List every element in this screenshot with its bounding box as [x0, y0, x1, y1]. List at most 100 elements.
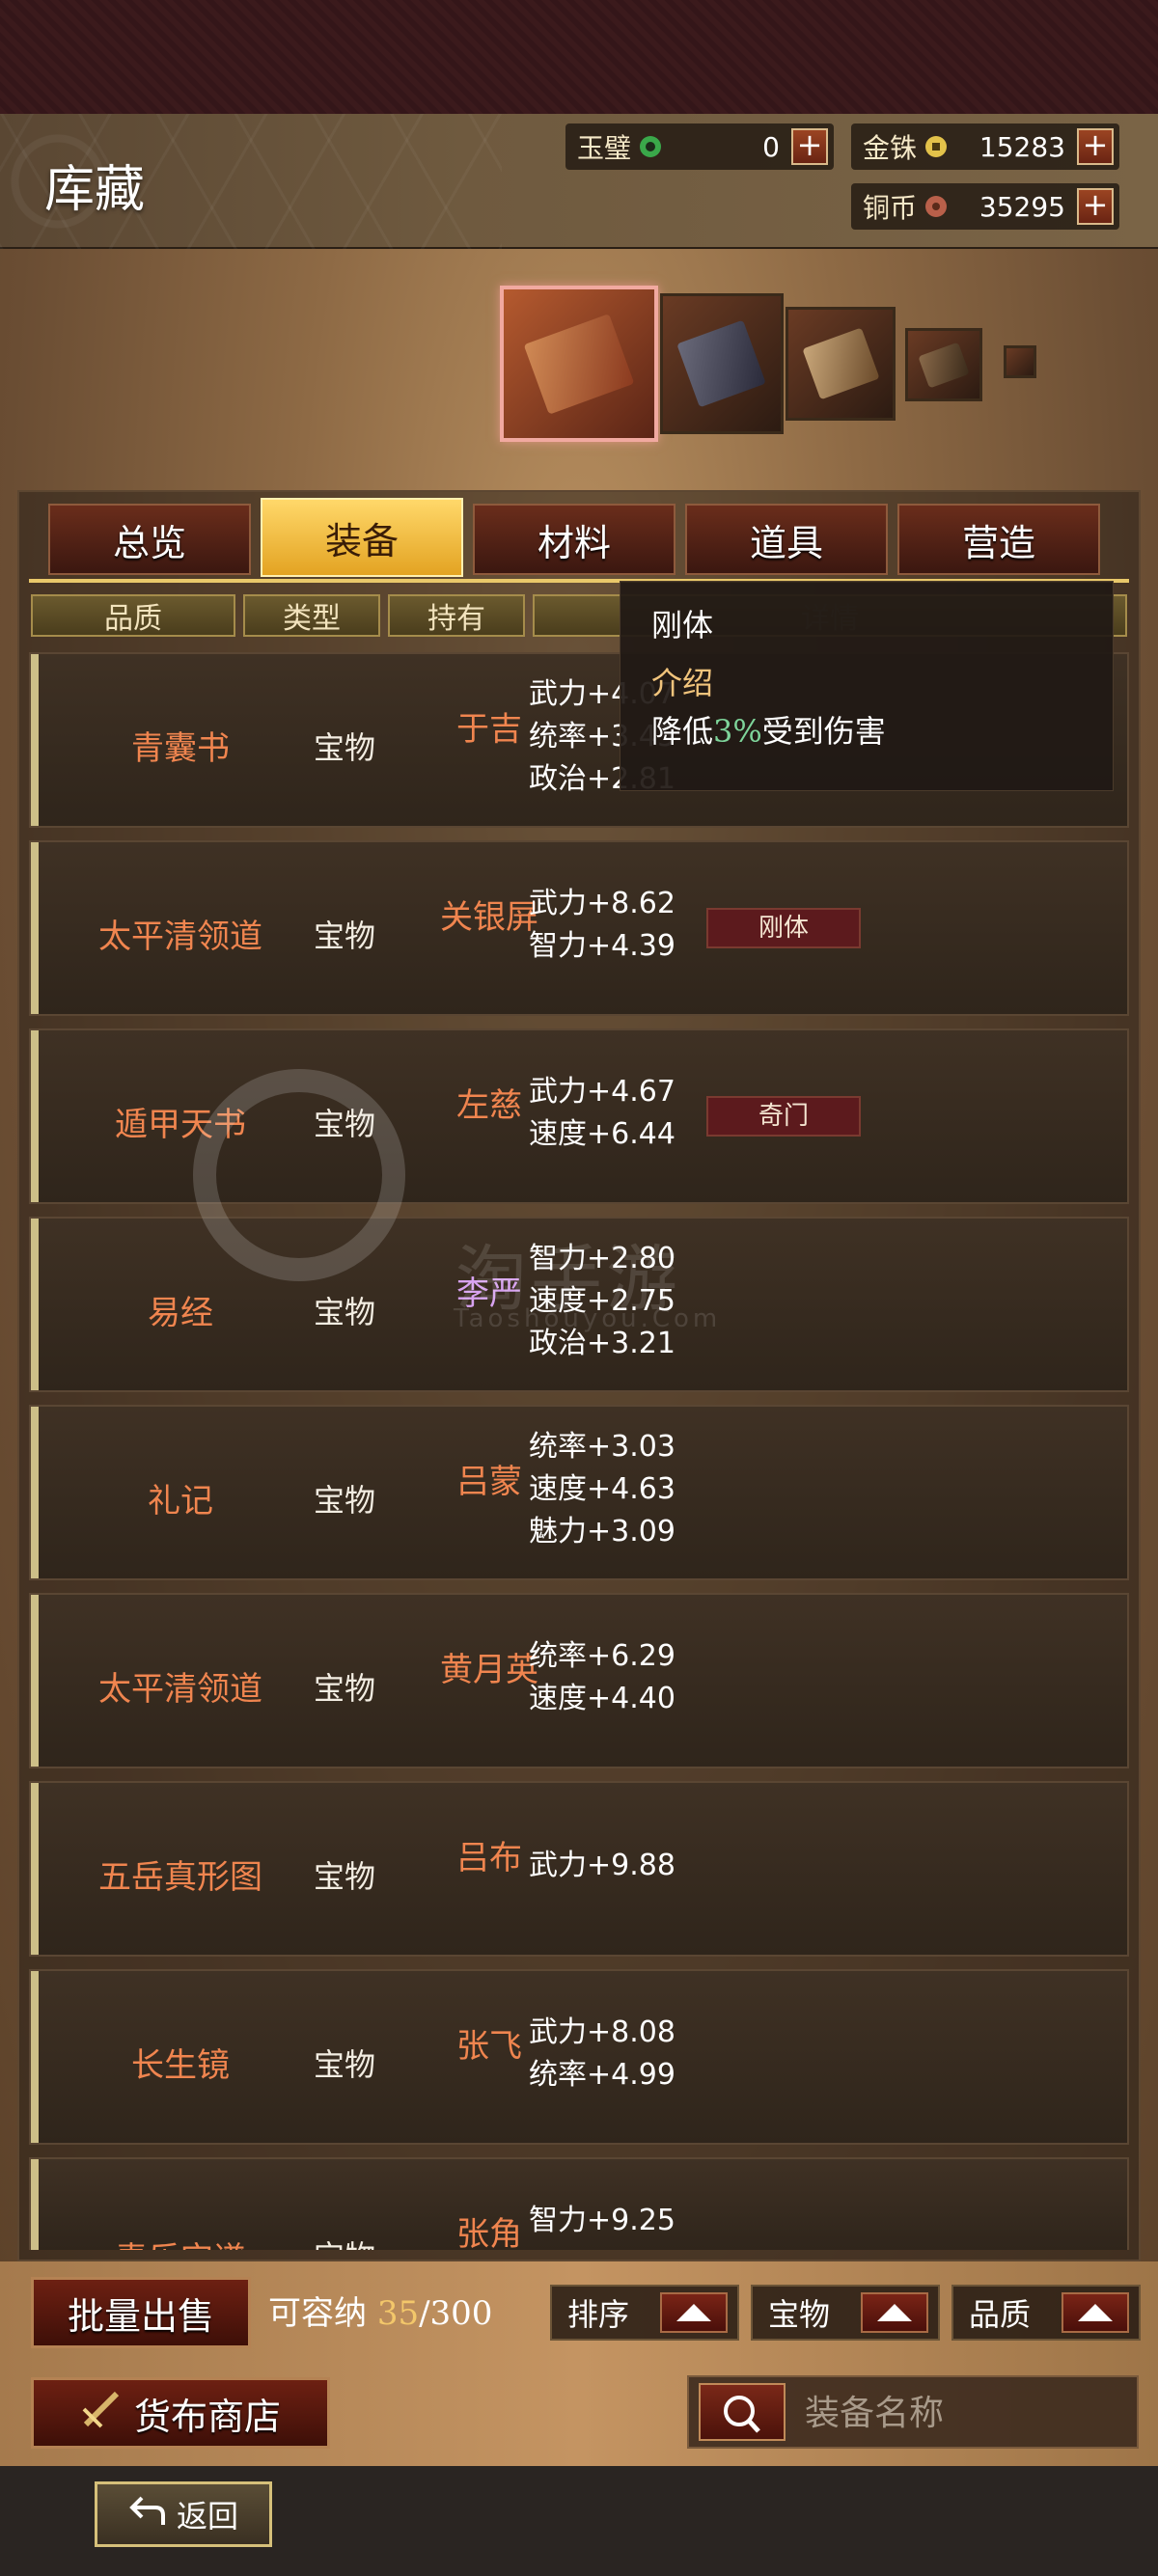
- stat-line: 武力+8.08: [529, 2015, 676, 2049]
- item-stats: 武力+8.08 统率+4.99: [529, 2012, 676, 2096]
- tab-construction[interactable]: 营造: [897, 504, 1100, 575]
- add-copper-button[interactable]: +: [1077, 188, 1114, 225]
- search-button[interactable]: [699, 2383, 786, 2441]
- currency-value: 35295: [979, 190, 1065, 223]
- carousel-item[interactable]: [1004, 345, 1036, 378]
- desc-prefix: 降低: [651, 713, 714, 750]
- carousel-item[interactable]: [660, 293, 784, 434]
- shop-label: 货布商店: [133, 2395, 281, 2438]
- table-row[interactable]: 五岳真形图 宝物 吕布 武力+9.88: [29, 1781, 1129, 1957]
- filter-label: 宝物: [768, 2296, 831, 2333]
- stat-line: 速度+4.40: [529, 1682, 676, 1715]
- carousel-item[interactable]: [905, 328, 982, 401]
- currency-shop-button[interactable]: 货布商店: [31, 2377, 330, 2449]
- jade-coin-icon: [639, 135, 662, 158]
- back-arrow-icon: [128, 2494, 167, 2535]
- search-input[interactable]: [805, 2391, 1123, 2435]
- sort-filter[interactable]: 排序: [550, 2285, 739, 2341]
- add-gold-button[interactable]: +: [1077, 128, 1114, 165]
- stat-line: 统率+4.99: [529, 2058, 676, 2092]
- watermark-logo: [193, 1069, 405, 1281]
- chevron-up-icon[interactable]: [861, 2292, 928, 2333]
- currency-value: 0: [762, 130, 780, 163]
- page-title: 库藏: [44, 161, 146, 219]
- table-row[interactable]: 太平清领道 宝物 关银屏 武力+8.62 智力+4.39 刚体: [29, 840, 1129, 1016]
- currency-label: 金铢: [863, 132, 918, 164]
- stat-line: 武力+8.62: [529, 887, 676, 920]
- chevron-up-icon[interactable]: [1062, 2292, 1129, 2333]
- filter-label: 品质: [969, 2296, 1032, 2333]
- trait-badge[interactable]: 刚体: [706, 908, 861, 948]
- category-tabs: 总览 装备 材料 道具 营造: [48, 498, 1100, 579]
- capacity-max: 300: [429, 2294, 493, 2333]
- item-type: 宝物: [313, 2046, 375, 2083]
- column-holder[interactable]: 持有: [388, 594, 525, 637]
- capacity-current: 35: [376, 2294, 420, 2333]
- capacity-separator: /: [419, 2294, 430, 2333]
- item-stats: 统率+3.03 速度+4.63 魅力+3.09: [529, 1426, 676, 1553]
- item-type: 宝物: [313, 1858, 375, 1895]
- currency-jade: 玉璧 0 +: [565, 123, 834, 170]
- stat-line: 统率+3.03: [529, 1430, 676, 1464]
- watermark-subtext: Taoshouyou.Com: [454, 1304, 722, 1333]
- item-type: 宝物: [313, 729, 375, 766]
- capacity-indicator: 可容纳 35/300: [268, 2287, 492, 2334]
- table-row[interactable]: 长生镜 宝物 张飞 武力+8.08 统率+4.99: [29, 1969, 1129, 2145]
- tab-overview[interactable]: 总览: [48, 504, 251, 575]
- column-quality[interactable]: 品质: [31, 594, 235, 637]
- tab-items[interactable]: 道具: [685, 504, 888, 575]
- table-row[interactable]: 太平清领道 宝物 黄月英 统率+6.29 速度+4.40: [29, 1593, 1129, 1768]
- item-type: 宝物: [313, 1670, 375, 1707]
- tooltip-title: 刚体: [651, 607, 714, 644]
- desc-value: 3%: [713, 713, 762, 750]
- item-type: 宝物: [313, 1482, 375, 1519]
- trait-badge[interactable]: 奇门: [706, 1096, 861, 1137]
- chevron-up-icon[interactable]: [660, 2292, 728, 2333]
- currency-label: 铜币: [863, 192, 918, 224]
- book-icon: [801, 327, 880, 400]
- currency-copper: 铜币 35295 +: [851, 183, 1119, 230]
- item-stats: 武力+8.62 智力+4.39: [529, 883, 676, 968]
- table-row[interactable]: 青乐宝谱 宝物 张角 智力+9.25: [29, 2157, 1129, 2250]
- currency-value: 15283: [979, 130, 1065, 163]
- item-type: 宝物: [272, 2233, 417, 2250]
- back-button[interactable]: 返回: [95, 2481, 272, 2547]
- item-stats: 统率+6.29 速度+4.40: [529, 1635, 676, 1720]
- stat-line: 智力+9.25: [529, 2204, 676, 2237]
- item-type: 宝物: [313, 1294, 375, 1330]
- table-row[interactable]: 礼记 宝物 吕蒙 统率+3.03 速度+4.63 魅力+3.09: [29, 1405, 1129, 1580]
- currency-label: 玉璧: [577, 132, 632, 164]
- search-bar: [687, 2375, 1139, 2449]
- stat-line: 速度+6.44: [529, 1117, 676, 1151]
- tooltip-label: 介绍: [651, 665, 714, 701]
- quality-filter[interactable]: 品质: [951, 2285, 1141, 2341]
- tab-equipment[interactable]: 装备: [261, 498, 463, 577]
- item-stats: 武力+4.67 速度+6.44: [529, 1071, 676, 1156]
- book-icon: [918, 341, 970, 389]
- capacity-label: 可容纳: [268, 2294, 367, 2333]
- batch-sell-button[interactable]: 批量出售: [31, 2277, 251, 2348]
- book-icon: [676, 319, 767, 408]
- scroll-icon: [80, 2388, 123, 2439]
- top-status-bar: [0, 0, 1158, 114]
- book-icon: [523, 313, 635, 415]
- stat-line: 统率+6.29: [529, 1639, 676, 1673]
- gold-coin-icon: [924, 135, 948, 158]
- back-label: 返回: [176, 2498, 238, 2535]
- item-type: 宝物: [313, 918, 375, 954]
- item-carousel: [0, 286, 1158, 450]
- trait-tooltip: 刚体 介绍 降低3%受到伤害: [620, 581, 1114, 791]
- carousel-item-selected[interactable]: [500, 286, 658, 442]
- tooltip-description: 降低3%受到伤害: [651, 707, 886, 752]
- item-stats: 智力+9.25: [529, 2200, 676, 2242]
- stat-line: 速度+4.63: [529, 1472, 676, 1506]
- column-type[interactable]: 类型: [243, 594, 380, 637]
- stat-line: 武力+9.88: [529, 1849, 676, 1882]
- carousel-item[interactable]: [786, 307, 896, 421]
- search-icon: [701, 2396, 787, 2447]
- type-filter[interactable]: 宝物: [751, 2285, 940, 2341]
- add-jade-button[interactable]: +: [791, 128, 828, 165]
- tab-materials[interactable]: 材料: [473, 504, 676, 575]
- stat-line: 武力+4.67: [529, 1075, 676, 1109]
- item-stats: 武力+9.88: [529, 1845, 676, 1887]
